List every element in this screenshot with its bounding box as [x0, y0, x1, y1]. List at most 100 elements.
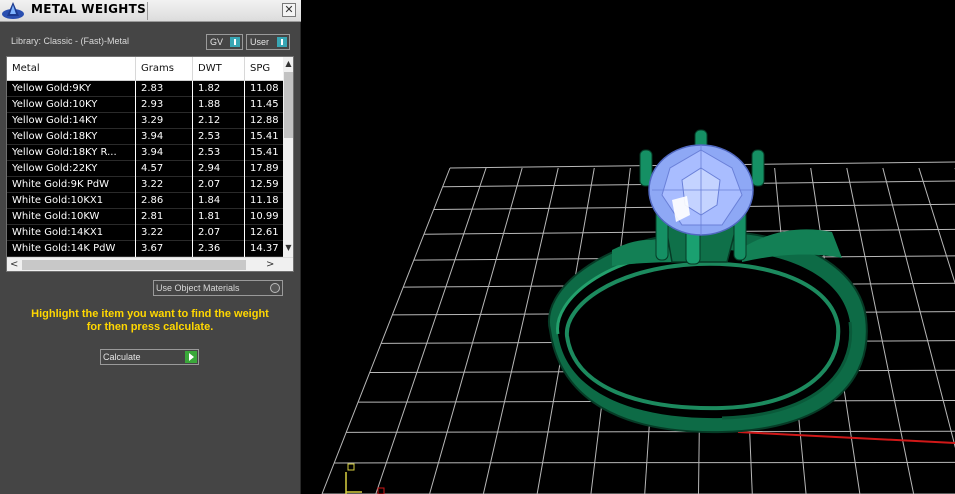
cell-dwt: 2.53 — [193, 129, 245, 145]
instruction-text: Highlight the item you want to find the … — [10, 308, 290, 334]
gemstone — [648, 144, 754, 236]
table-body: Yellow Gold:9KY 2.83 1.82 11.08 Yellow Gold:… — [7, 81, 283, 257]
metal-table: Metal Grams DWT SPG Yellow Gold:9KY 2.83 1… — [6, 56, 294, 272]
scroll-up-icon[interactable]: ▲ — [283, 57, 293, 71]
play-arrow-icon — [185, 351, 197, 363]
table-row[interactable]: Yellow Gold:10KY 2.93 1.88 11.45 — [7, 97, 283, 113]
cell-grams: 2.83 — [136, 81, 193, 97]
cell-grams: 3.22 — [136, 225, 193, 241]
cell-metal: White Gold:14KX1 — [7, 225, 136, 241]
title-separator — [147, 2, 148, 20]
cell-grams: 2.86 — [136, 193, 193, 209]
cell-dwt: 1.82 — [193, 81, 245, 97]
matrix-logo-icon — [2, 2, 24, 19]
use-object-materials-label: Use Object Materials — [156, 283, 240, 293]
horizontal-scroll-thumb[interactable] — [22, 260, 246, 270]
cell-metal: Yellow Gold:9KY — [7, 81, 136, 97]
x-axis-line — [737, 431, 955, 444]
table-row[interactable]: White Gold:9K PdW 3.22 2.07 12.59 — [7, 177, 283, 193]
user-toggle-label: User — [250, 37, 270, 47]
column-header-dwt[interactable]: DWT — [193, 57, 245, 81]
instruction-line-1: Highlight the item you want to find the … — [31, 308, 269, 320]
close-icon[interactable]: ✕ — [282, 3, 296, 17]
table-row[interactable]: Yellow Gold:18KY 3.94 2.53 15.41 — [7, 129, 283, 145]
cell-metal: White Gold:9K PdW — [7, 177, 136, 193]
table-row[interactable]: White Gold:10KW 2.81 1.81 10.99 — [7, 209, 283, 225]
column-header-metal[interactable]: Metal — [7, 57, 136, 81]
metal-weights-panel: METAL WEIGHTS ✕ Library: Classic - (Fast… — [0, 0, 301, 494]
table-row[interactable]: White Gold:10KX1 2.86 1.84 11.18 — [7, 193, 283, 209]
panel-title: METAL WEIGHTS — [31, 2, 147, 16]
cell-spg: 17.89 — [250, 163, 279, 174]
scroll-down-icon[interactable]: ▼ — [283, 241, 293, 255]
cell-dwt: 2.07 — [193, 225, 245, 241]
grid-line — [334, 461, 955, 464]
table-header: Metal Grams DWT SPG — [7, 57, 293, 81]
table-row[interactable]: White Gold:14KX1 3.22 2.07 12.61 — [7, 225, 283, 241]
grid-line — [346, 430, 955, 433]
table-row[interactable]: Yellow Gold:9KY 2.83 1.82 11.08 — [7, 81, 283, 97]
cell-dwt: 2.12 — [193, 113, 245, 129]
gv-toggle[interactable]: GV — [206, 34, 243, 50]
cell-grams: 4.57 — [136, 161, 193, 177]
grid-line — [429, 167, 523, 494]
grid-line — [482, 167, 559, 494]
scroll-right-icon[interactable]: > — [266, 258, 274, 271]
cell-metal: Yellow Gold:14KY — [7, 113, 136, 129]
3d-viewport[interactable] — [302, 0, 955, 494]
cell-metal: Yellow Gold:18KY — [7, 129, 136, 145]
cell-spg: 11.08 — [250, 83, 279, 94]
horizontal-scrollbar[interactable]: < > — [7, 257, 293, 271]
cell-grams: 3.67 — [136, 241, 193, 257]
panel-titlebar: METAL WEIGHTS ✕ — [0, 0, 301, 22]
cell-metal: White Gold:14K PdW — [7, 241, 136, 257]
cell-dwt: 2.36 — [193, 241, 245, 257]
cell-metal: Yellow Gold:10KY — [7, 97, 136, 113]
use-object-materials-option[interactable]: Use Object Materials — [153, 280, 283, 296]
cell-spg: 10.99 — [250, 211, 279, 222]
cell-grams: 3.29 — [136, 113, 193, 129]
cell-spg: 11.18 — [250, 195, 279, 206]
library-label: Library: Classic - (Fast)-Metal — [11, 36, 130, 46]
cell-spg: 12.88 — [250, 115, 279, 126]
instruction-line-2: for then press calculate. — [86, 321, 214, 333]
viewport-canvas[interactable] — [302, 0, 955, 494]
cell-metal: White Gold:10KX1 — [7, 193, 136, 209]
vertical-scrollbar[interactable]: ▲ ▼ — [283, 57, 293, 257]
cell-spg: 14.37 — [250, 243, 279, 254]
table-row[interactable]: Yellow Gold:18KY R... 3.94 2.53 15.41 — [7, 145, 283, 161]
cell-grams: 2.93 — [136, 97, 193, 113]
cell-metal: Yellow Gold:18KY R... — [7, 145, 136, 161]
user-toggle[interactable]: User — [246, 34, 290, 50]
column-header-grams[interactable]: Grams — [136, 57, 193, 81]
cell-dwt: 2.94 — [193, 161, 245, 177]
calculate-button[interactable]: Calculate — [100, 349, 199, 365]
column-header-spg[interactable]: SPG — [245, 57, 283, 81]
cell-spg: 12.61 — [250, 227, 279, 238]
cell-grams: 3.94 — [136, 129, 193, 145]
cell-metal: Yellow Gold:22KY — [7, 161, 136, 177]
cell-dwt: 1.81 — [193, 209, 245, 225]
cell-spg: 11.45 — [250, 99, 279, 110]
table-row[interactable]: White Gold:14K PdW 3.67 2.36 14.37 — [7, 241, 283, 257]
grid-line — [918, 167, 955, 285]
cell-grams: 3.22 — [136, 177, 193, 193]
cell-grams: 2.81 — [136, 209, 193, 225]
radio-button-icon[interactable] — [270, 283, 280, 293]
cell-dwt: 1.88 — [193, 97, 245, 113]
table-row[interactable]: Yellow Gold:14KY 3.29 2.12 12.88 — [7, 113, 283, 129]
cell-dwt: 2.53 — [193, 145, 245, 161]
toggle-switch-icon — [230, 37, 240, 47]
cell-spg: 15.41 — [250, 131, 279, 142]
cell-spg: 12.59 — [250, 179, 279, 190]
toggle-switch-icon — [277, 37, 287, 47]
cell-dwt: 2.07 — [193, 177, 245, 193]
axis-gizmo-icon — [345, 463, 385, 494]
cell-spg: 15.41 — [250, 147, 279, 158]
scroll-left-icon[interactable]: < — [10, 258, 18, 271]
vertical-scroll-thumb[interactable] — [284, 72, 293, 138]
cell-dwt: 1.84 — [193, 193, 245, 209]
cell-metal: White Gold:10KW — [7, 209, 136, 225]
table-row[interactable]: Yellow Gold:22KY 4.57 2.94 17.89 — [7, 161, 283, 177]
calculate-label: Calculate — [103, 352, 141, 362]
